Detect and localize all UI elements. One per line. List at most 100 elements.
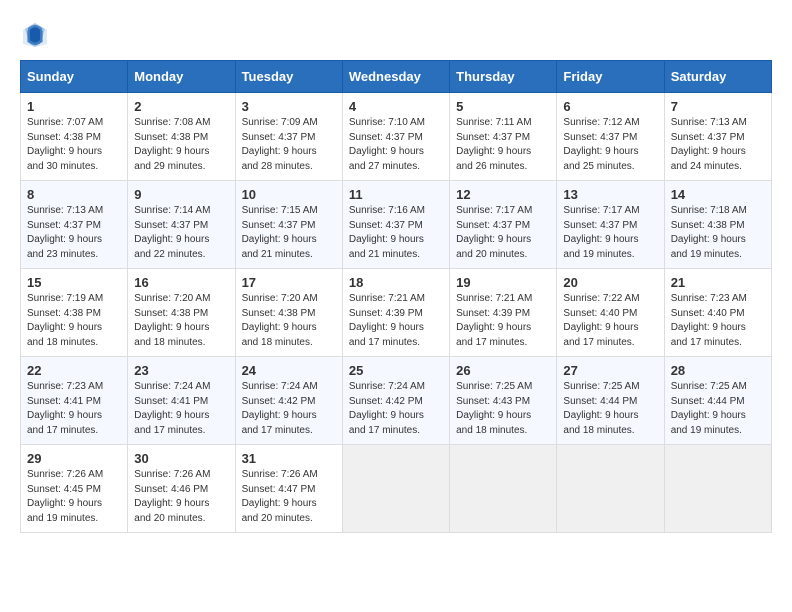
day-number: 12	[456, 187, 550, 202]
calendar-cell	[664, 445, 771, 533]
day-info: Sunrise: 7:25 AMSunset: 4:44 PMDaylight:…	[563, 380, 657, 438]
col-header-saturday: Saturday	[664, 61, 771, 93]
header-row: SundayMondayTuesdayWednesdayThursdayFrid…	[21, 61, 772, 93]
day-number: 11	[349, 187, 443, 202]
day-info: Sunrise: 7:21 AMSunset: 4:39 PMDaylight:…	[349, 292, 443, 350]
day-info: Sunrise: 7:22 AMSunset: 4:40 PMDaylight:…	[563, 292, 657, 350]
calendar-cell: 7 Sunrise: 7:13 AMSunset: 4:37 PMDayligh…	[664, 93, 771, 181]
calendar-cell: 5 Sunrise: 7:11 AMSunset: 4:37 PMDayligh…	[450, 93, 557, 181]
day-number: 7	[671, 99, 765, 114]
day-number: 20	[563, 275, 657, 290]
calendar-cell: 25 Sunrise: 7:24 AMSunset: 4:42 PMDaylig…	[342, 357, 449, 445]
day-info: Sunrise: 7:09 AMSunset: 4:37 PMDaylight:…	[242, 116, 336, 174]
day-number: 31	[242, 451, 336, 466]
day-number: 1	[27, 99, 121, 114]
calendar-cell: 28 Sunrise: 7:25 AMSunset: 4:44 PMDaylig…	[664, 357, 771, 445]
calendar-cell: 31 Sunrise: 7:26 AMSunset: 4:47 PMDaylig…	[235, 445, 342, 533]
col-header-thursday: Thursday	[450, 61, 557, 93]
col-header-wednesday: Wednesday	[342, 61, 449, 93]
day-info: Sunrise: 7:16 AMSunset: 4:37 PMDaylight:…	[349, 204, 443, 262]
week-row-2: 8 Sunrise: 7:13 AMSunset: 4:37 PMDayligh…	[21, 181, 772, 269]
week-row-3: 15 Sunrise: 7:19 AMSunset: 4:38 PMDaylig…	[21, 269, 772, 357]
calendar-cell: 27 Sunrise: 7:25 AMSunset: 4:44 PMDaylig…	[557, 357, 664, 445]
logo	[20, 20, 54, 50]
day-info: Sunrise: 7:17 AMSunset: 4:37 PMDaylight:…	[563, 204, 657, 262]
day-number: 15	[27, 275, 121, 290]
day-number: 16	[134, 275, 228, 290]
day-info: Sunrise: 7:23 AMSunset: 4:41 PMDaylight:…	[27, 380, 121, 438]
calendar-cell: 10 Sunrise: 7:15 AMSunset: 4:37 PMDaylig…	[235, 181, 342, 269]
day-number: 28	[671, 363, 765, 378]
week-row-1: 1 Sunrise: 7:07 AMSunset: 4:38 PMDayligh…	[21, 93, 772, 181]
calendar-cell: 30 Sunrise: 7:26 AMSunset: 4:46 PMDaylig…	[128, 445, 235, 533]
day-number: 13	[563, 187, 657, 202]
calendar-cell: 23 Sunrise: 7:24 AMSunset: 4:41 PMDaylig…	[128, 357, 235, 445]
day-info: Sunrise: 7:25 AMSunset: 4:43 PMDaylight:…	[456, 380, 550, 438]
calendar-cell: 1 Sunrise: 7:07 AMSunset: 4:38 PMDayligh…	[21, 93, 128, 181]
day-info: Sunrise: 7:26 AMSunset: 4:45 PMDaylight:…	[27, 468, 121, 526]
day-info: Sunrise: 7:26 AMSunset: 4:46 PMDaylight:…	[134, 468, 228, 526]
day-number: 18	[349, 275, 443, 290]
day-info: Sunrise: 7:15 AMSunset: 4:37 PMDaylight:…	[242, 204, 336, 262]
day-number: 29	[27, 451, 121, 466]
calendar-cell: 18 Sunrise: 7:21 AMSunset: 4:39 PMDaylig…	[342, 269, 449, 357]
day-info: Sunrise: 7:26 AMSunset: 4:47 PMDaylight:…	[242, 468, 336, 526]
calendar-cell: 12 Sunrise: 7:17 AMSunset: 4:37 PMDaylig…	[450, 181, 557, 269]
day-number: 27	[563, 363, 657, 378]
calendar-cell	[557, 445, 664, 533]
day-info: Sunrise: 7:13 AMSunset: 4:37 PMDaylight:…	[27, 204, 121, 262]
week-row-5: 29 Sunrise: 7:26 AMSunset: 4:45 PMDaylig…	[21, 445, 772, 533]
day-info: Sunrise: 7:24 AMSunset: 4:42 PMDaylight:…	[349, 380, 443, 438]
calendar-cell: 2 Sunrise: 7:08 AMSunset: 4:38 PMDayligh…	[128, 93, 235, 181]
day-info: Sunrise: 7:24 AMSunset: 4:41 PMDaylight:…	[134, 380, 228, 438]
calendar-cell: 4 Sunrise: 7:10 AMSunset: 4:37 PMDayligh…	[342, 93, 449, 181]
day-number: 23	[134, 363, 228, 378]
calendar-cell: 6 Sunrise: 7:12 AMSunset: 4:37 PMDayligh…	[557, 93, 664, 181]
day-info: Sunrise: 7:11 AMSunset: 4:37 PMDaylight:…	[456, 116, 550, 174]
day-info: Sunrise: 7:12 AMSunset: 4:37 PMDaylight:…	[563, 116, 657, 174]
calendar-cell: 21 Sunrise: 7:23 AMSunset: 4:40 PMDaylig…	[664, 269, 771, 357]
day-number: 3	[242, 99, 336, 114]
day-number: 25	[349, 363, 443, 378]
day-number: 22	[27, 363, 121, 378]
calendar-cell: 16 Sunrise: 7:20 AMSunset: 4:38 PMDaylig…	[128, 269, 235, 357]
day-number: 30	[134, 451, 228, 466]
day-number: 26	[456, 363, 550, 378]
week-row-4: 22 Sunrise: 7:23 AMSunset: 4:41 PMDaylig…	[21, 357, 772, 445]
calendar-cell: 11 Sunrise: 7:16 AMSunset: 4:37 PMDaylig…	[342, 181, 449, 269]
day-number: 2	[134, 99, 228, 114]
calendar-cell: 29 Sunrise: 7:26 AMSunset: 4:45 PMDaylig…	[21, 445, 128, 533]
calendar-cell	[342, 445, 449, 533]
day-info: Sunrise: 7:23 AMSunset: 4:40 PMDaylight:…	[671, 292, 765, 350]
calendar-cell: 17 Sunrise: 7:20 AMSunset: 4:38 PMDaylig…	[235, 269, 342, 357]
day-number: 21	[671, 275, 765, 290]
calendar-cell: 26 Sunrise: 7:25 AMSunset: 4:43 PMDaylig…	[450, 357, 557, 445]
col-header-monday: Monday	[128, 61, 235, 93]
day-info: Sunrise: 7:25 AMSunset: 4:44 PMDaylight:…	[671, 380, 765, 438]
day-number: 9	[134, 187, 228, 202]
day-number: 6	[563, 99, 657, 114]
calendar-cell: 3 Sunrise: 7:09 AMSunset: 4:37 PMDayligh…	[235, 93, 342, 181]
calendar-cell: 14 Sunrise: 7:18 AMSunset: 4:38 PMDaylig…	[664, 181, 771, 269]
day-number: 4	[349, 99, 443, 114]
day-number: 17	[242, 275, 336, 290]
calendar-cell	[450, 445, 557, 533]
day-info: Sunrise: 7:17 AMSunset: 4:37 PMDaylight:…	[456, 204, 550, 262]
day-info: Sunrise: 7:13 AMSunset: 4:37 PMDaylight:…	[671, 116, 765, 174]
calendar-cell: 15 Sunrise: 7:19 AMSunset: 4:38 PMDaylig…	[21, 269, 128, 357]
day-info: Sunrise: 7:07 AMSunset: 4:38 PMDaylight:…	[27, 116, 121, 174]
day-number: 5	[456, 99, 550, 114]
day-number: 19	[456, 275, 550, 290]
calendar-cell: 24 Sunrise: 7:24 AMSunset: 4:42 PMDaylig…	[235, 357, 342, 445]
day-info: Sunrise: 7:19 AMSunset: 4:38 PMDaylight:…	[27, 292, 121, 350]
day-info: Sunrise: 7:20 AMSunset: 4:38 PMDaylight:…	[242, 292, 336, 350]
col-header-tuesday: Tuesday	[235, 61, 342, 93]
header	[20, 20, 772, 50]
day-info: Sunrise: 7:14 AMSunset: 4:37 PMDaylight:…	[134, 204, 228, 262]
logo-icon	[20, 20, 50, 50]
day-number: 24	[242, 363, 336, 378]
calendar-cell: 8 Sunrise: 7:13 AMSunset: 4:37 PMDayligh…	[21, 181, 128, 269]
day-number: 10	[242, 187, 336, 202]
day-number: 8	[27, 187, 121, 202]
calendar-cell: 19 Sunrise: 7:21 AMSunset: 4:39 PMDaylig…	[450, 269, 557, 357]
